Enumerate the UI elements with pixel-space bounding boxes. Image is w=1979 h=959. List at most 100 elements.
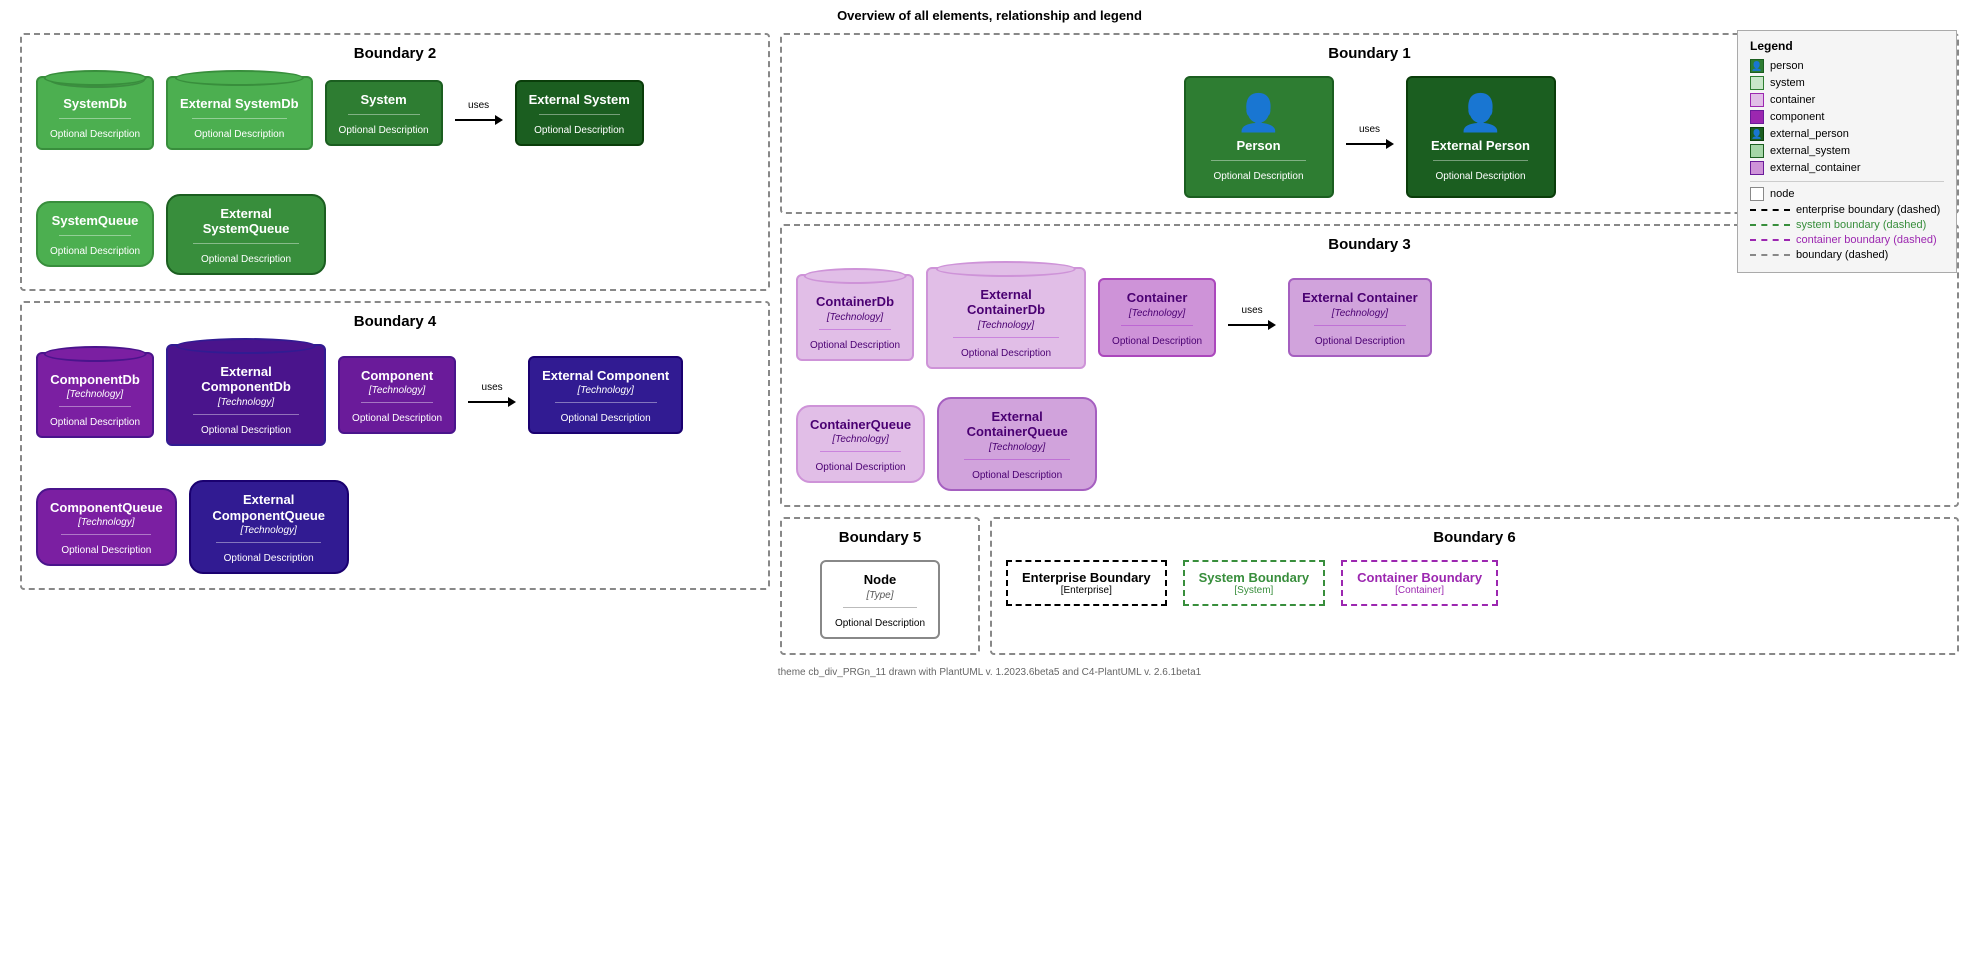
- container-db-card: ContainerDb [Technology] Optional Descri…: [796, 274, 914, 361]
- legend-ext-person: 👤 external_person: [1750, 127, 1944, 141]
- component-db-title: ComponentDb: [50, 372, 140, 388]
- external-container-db-title: External ContainerDb: [940, 287, 1072, 318]
- person-desc: Optional Description: [1213, 171, 1303, 182]
- external-system-title: External System: [529, 92, 630, 108]
- external-container-queue-title: External ContainerQueue: [951, 409, 1083, 440]
- system-queue-desc: Optional Description: [50, 246, 140, 257]
- component-title: Component: [361, 368, 433, 384]
- container-db-tech: [Technology]: [827, 312, 883, 323]
- component-db-tech: [Technology]: [67, 389, 123, 400]
- container-queue-desc: Optional Description: [816, 462, 906, 473]
- legend-boundary-dashed: boundary (dashed): [1750, 249, 1944, 261]
- external-component-card: External Component [Technology] Optional…: [528, 356, 683, 435]
- boundary-6-title: Boundary 6: [1006, 529, 1943, 546]
- external-container-queue-desc: Optional Description: [972, 470, 1062, 481]
- legend-node: node: [1750, 187, 1944, 201]
- boundary-4-title: Boundary 4: [36, 313, 754, 330]
- legend-component-block: [1750, 110, 1764, 124]
- legend-enterprise-dashed: enterprise boundary (dashed): [1750, 204, 1944, 216]
- legend-enterprise-dashed-line: [1750, 209, 1790, 211]
- external-person-icon: 👤: [1458, 92, 1503, 134]
- system-queue-title: SystemQueue: [52, 213, 139, 229]
- external-system-db-title: External SystemDb: [180, 96, 299, 112]
- container-db-desc: Optional Description: [810, 340, 900, 351]
- external-container-db-card: External ContainerDb [Technology] Option…: [926, 267, 1086, 369]
- container-queue-title: ContainerQueue: [810, 417, 911, 433]
- external-component-tech: [Technology]: [577, 385, 633, 396]
- uses-arrow-b1: uses: [1346, 124, 1394, 149]
- boundary-5-title: Boundary 5: [796, 529, 964, 546]
- legend-container-dashed-line: [1750, 239, 1790, 241]
- external-system-queue-card: External SystemQueue Optional Descriptio…: [166, 194, 326, 275]
- person-icon: 👤: [1236, 92, 1281, 134]
- system-db-desc: Optional Description: [50, 129, 140, 140]
- container-title: Container: [1127, 290, 1188, 306]
- uses-arrow-1: uses: [455, 100, 503, 125]
- external-system-queue-desc: Optional Description: [201, 254, 291, 265]
- external-component-db-title: External ComponentDb: [180, 364, 312, 395]
- legend-ext-system: external_system: [1750, 144, 1944, 158]
- external-container-db-desc: Optional Description: [961, 348, 1051, 359]
- legend-ext-system-block: [1750, 144, 1764, 158]
- legend-ext-person-icon: 👤: [1750, 127, 1764, 141]
- legend-ext-container-block: [1750, 161, 1764, 175]
- boundary-2-title: Boundary 2: [36, 45, 754, 62]
- container-queue-card: ContainerQueue [Technology] Optional Des…: [796, 405, 925, 484]
- container-boundary-label: Container Boundary [Container]: [1341, 560, 1498, 606]
- external-component-title: External Component: [542, 368, 669, 384]
- node-type: [Type]: [866, 590, 893, 601]
- legend-box: Legend 👤 person system container compone…: [1737, 30, 1957, 273]
- legend-component: component: [1750, 110, 1944, 124]
- system-title: System: [360, 92, 406, 108]
- component-queue-title: ComponentQueue: [50, 500, 163, 516]
- external-component-queue-desc: Optional Description: [224, 553, 314, 564]
- legend-boundary-dashed-line: [1750, 254, 1790, 256]
- component-queue-tech: [Technology]: [78, 517, 134, 528]
- external-system-card: External System Optional Description: [515, 80, 644, 146]
- system-card: System Optional Description: [325, 80, 443, 146]
- boundary-4: Boundary 4 ComponentDb [Technology] Opti…: [20, 301, 770, 590]
- legend-container: container: [1750, 93, 1944, 107]
- external-container-title: External Container: [1302, 290, 1418, 306]
- person-card: 👤 Person Optional Description: [1184, 76, 1334, 198]
- system-desc: Optional Description: [339, 125, 429, 136]
- legend-person: 👤 person: [1750, 59, 1944, 73]
- container-db-title: ContainerDb: [816, 294, 894, 310]
- system-boundary-label: System Boundary [System]: [1183, 560, 1326, 606]
- boundary-6: Boundary 6 Enterprise Boundary [Enterpri…: [990, 517, 1959, 655]
- external-component-db-desc: Optional Description: [201, 425, 291, 436]
- legend-ext-container: external_container: [1750, 161, 1944, 175]
- external-person-card: 👤 External Person Optional Description: [1406, 76, 1556, 198]
- container-card: Container [Technology] Optional Descript…: [1098, 278, 1216, 357]
- legend-node-block: [1750, 187, 1764, 201]
- node-desc: Optional Description: [835, 618, 925, 629]
- external-container-db-tech: [Technology]: [978, 320, 1034, 331]
- boundary-5: Boundary 5 Node [Type] Optional Descript…: [780, 517, 980, 655]
- person-title: Person: [1236, 138, 1280, 154]
- uses-arrow-4: uses: [468, 382, 516, 407]
- external-system-db-desc: Optional Description: [194, 129, 284, 140]
- system-db-title: SystemDb: [63, 96, 127, 112]
- external-system-db-card: External SystemDb Optional Description: [166, 76, 313, 150]
- external-component-db-tech: [Technology]: [218, 397, 274, 408]
- page-title: Overview of all elements, relationship a…: [0, 0, 1979, 27]
- legend-system-block: [1750, 76, 1764, 90]
- container-desc: Optional Description: [1112, 336, 1202, 347]
- system-queue-card: SystemQueue Optional Description: [36, 201, 154, 267]
- footer-text: theme cb_div_PRGn_11 drawn with PlantUML…: [0, 667, 1979, 678]
- legend-system: system: [1750, 76, 1944, 90]
- external-component-queue-title: External ComponentQueue: [203, 492, 335, 523]
- legend-system-dashed: system boundary (dashed): [1750, 219, 1944, 231]
- enterprise-boundary-label: Enterprise Boundary [Enterprise]: [1006, 560, 1167, 606]
- external-person-title: External Person: [1431, 138, 1530, 154]
- legend-title: Legend: [1750, 39, 1944, 53]
- component-queue-card: ComponentQueue [Technology] Optional Des…: [36, 488, 177, 567]
- external-system-desc: Optional Description: [534, 125, 624, 136]
- component-card: Component [Technology] Optional Descript…: [338, 356, 456, 435]
- external-component-queue-card: External ComponentQueue [Technology] Opt…: [189, 480, 349, 574]
- boundary-2: Boundary 2 SystemDb Optional Description…: [20, 33, 770, 291]
- external-component-desc: Optional Description: [561, 413, 651, 424]
- legend-system-dashed-line: [1750, 224, 1790, 226]
- legend-container-dashed: container boundary (dashed): [1750, 234, 1944, 246]
- component-desc: Optional Description: [352, 413, 442, 424]
